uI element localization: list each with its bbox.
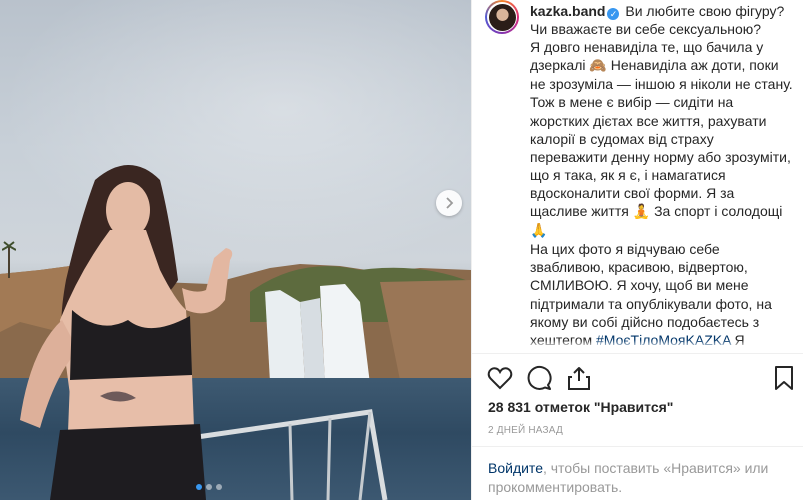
person-meditating-icon: 🧘 bbox=[632, 204, 651, 221]
avatar[interactable] bbox=[485, 0, 519, 34]
carousel-dot-active bbox=[196, 484, 202, 490]
post-timestamp[interactable]: 2 дней назад bbox=[488, 425, 563, 436]
action-bar bbox=[487, 365, 797, 393]
bookmark-icon[interactable] bbox=[771, 365, 797, 391]
carousel-dot bbox=[206, 484, 212, 490]
divider bbox=[472, 446, 803, 447]
login-link[interactable]: Войдите bbox=[488, 460, 543, 476]
post-photo[interactable] bbox=[0, 0, 471, 500]
caption-line-4: За спорт і солодощі bbox=[654, 203, 783, 220]
praying-hands-icon: 🙏 bbox=[530, 223, 548, 240]
likes-count[interactable]: 28 831 отметок "Нравится" bbox=[488, 399, 673, 415]
chevron-right-icon bbox=[446, 197, 454, 209]
woman-figure bbox=[20, 165, 233, 500]
avatar-ring bbox=[487, 2, 517, 32]
divider bbox=[472, 353, 803, 354]
post-caption: kazka.band ✓ Ви любите свою фігуру? Чи вв… bbox=[530, 2, 795, 348]
comment-icon[interactable] bbox=[526, 365, 552, 391]
see-no-evil-icon: 🙈 bbox=[589, 58, 607, 75]
carousel-dot bbox=[216, 484, 222, 490]
avatar-image bbox=[488, 3, 516, 31]
carousel-dots bbox=[196, 484, 222, 490]
verified-badge-icon: ✓ bbox=[607, 8, 620, 21]
share-icon[interactable] bbox=[566, 365, 592, 391]
carousel-next-button[interactable] bbox=[436, 190, 462, 216]
username-link[interactable]: kazka.band bbox=[530, 3, 605, 19]
post-side-panel: kazka.band ✓ Ви любите свою фігуру? Чи вв… bbox=[471, 0, 803, 500]
login-prompt: Войдите, чтобы поставить «Нравится» или … bbox=[488, 459, 788, 497]
heart-icon[interactable] bbox=[487, 365, 513, 391]
caption-fade bbox=[530, 340, 795, 348]
caption-line-3: Ненавиділа аж доти, поки не зрозуміла — … bbox=[530, 57, 793, 220]
